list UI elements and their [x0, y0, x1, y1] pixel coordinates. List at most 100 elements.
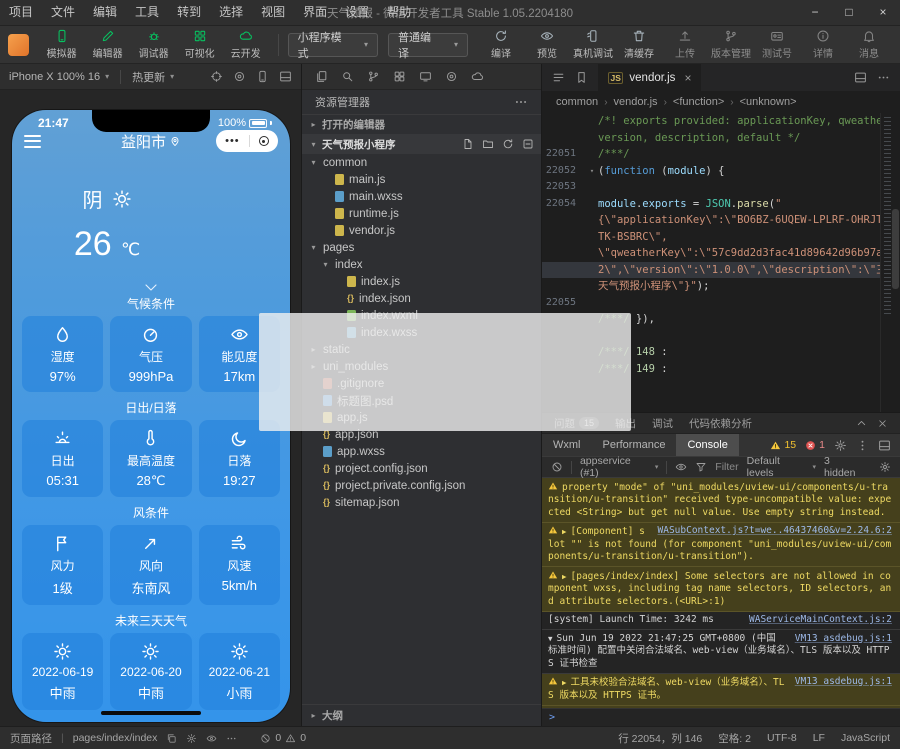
device-select[interactable]: iPhone X 100% 16: [9, 71, 100, 83]
filter-funnel-icon[interactable]: [695, 461, 707, 473]
toolbar-button[interactable]: 消息: [846, 29, 892, 60]
tree-item[interactable]: ▾common: [302, 154, 541, 171]
tree-item[interactable]: main.wxss: [302, 188, 541, 205]
more-icon[interactable]: [877, 71, 890, 84]
weather-card[interactable]: 2022-06-21小雨: [199, 633, 280, 710]
warning-count[interactable]: 15: [770, 439, 796, 451]
menu-item[interactable]: 项目: [0, 0, 42, 25]
project-root[interactable]: ▾ 天气预报小程序: [302, 134, 541, 154]
wechat-capsule[interactable]: •••: [216, 130, 278, 152]
chevron-down-icon[interactable]: [137, 280, 165, 295]
new-file-icon[interactable]: [462, 138, 474, 150]
refresh-icon[interactable]: [502, 138, 514, 150]
tree-item[interactable]: runtime.js: [302, 205, 541, 222]
console-source-link[interactable]: VM13 asdebug.js:1: [795, 633, 892, 646]
minimize-button[interactable]: −: [798, 0, 832, 25]
log-levels-select[interactable]: Default levels ▾: [747, 455, 816, 479]
toolbar-button[interactable]: 真机调试: [570, 29, 616, 60]
page-path-value[interactable]: pages/index/index: [73, 732, 158, 744]
toolbar-button[interactable]: 编译: [478, 29, 524, 60]
more-icon[interactable]: [226, 733, 237, 744]
tree-item[interactable]: {}project.config.json: [302, 460, 541, 477]
cursor-position[interactable]: 行 22054，列 146: [618, 731, 702, 746]
gear-icon[interactable]: [186, 733, 197, 744]
tree-item[interactable]: ▾index: [302, 256, 541, 273]
monitor-icon[interactable]: [419, 70, 432, 83]
outline-list-icon[interactable]: [552, 71, 565, 84]
weather-card[interactable]: 气压999hPa: [110, 316, 191, 392]
toolbar-button[interactable]: 详情: [800, 29, 846, 60]
target-icon[interactable]: [210, 70, 223, 83]
record-icon[interactable]: [445, 70, 458, 83]
encoding[interactable]: UTF-8: [767, 732, 797, 744]
tree-item[interactable]: {}index.json: [302, 290, 541, 307]
gear-icon[interactable]: [834, 439, 847, 452]
toolbar-button[interactable]: 调试器: [131, 29, 177, 60]
bookmark-icon[interactable]: [575, 71, 588, 84]
phone-icon[interactable]: [256, 70, 269, 83]
eye-icon[interactable]: [206, 733, 217, 744]
new-folder-icon[interactable]: [482, 138, 494, 150]
menu-item[interactable]: 转到: [168, 0, 210, 25]
dock-panel-icon[interactable]: [878, 439, 891, 452]
breadcrumb-item[interactable]: vendor.js: [614, 96, 658, 108]
debugger-tab-wxml[interactable]: Wxml: [542, 434, 592, 456]
editor-tab-vendor-js[interactable]: JS vendor.js ×: [598, 64, 701, 91]
console-source-link[interactable]: WAServiceMainContext.js:2: [749, 614, 892, 627]
toolbar-button[interactable]: 模拟器: [39, 29, 85, 60]
tree-item[interactable]: {}sitemap.json: [302, 494, 541, 511]
files-icon[interactable]: [315, 70, 328, 83]
menu-item[interactable]: 选择: [210, 0, 252, 25]
toolbar-button[interactable]: 云开发: [223, 29, 269, 60]
weather-card[interactable]: 风速5km/h: [199, 525, 280, 605]
kebab-menu-icon[interactable]: [856, 439, 869, 452]
more-icon[interactable]: •••: [225, 136, 240, 146]
close-icon[interactable]: [877, 418, 888, 429]
chevron-down-icon[interactable]: ▾: [309, 243, 318, 252]
search-icon[interactable]: [341, 70, 354, 83]
chevron-down-icon[interactable]: ▾: [321, 260, 330, 269]
scrollbar-thumb[interactable]: [892, 209, 899, 289]
close-button[interactable]: ×: [866, 0, 900, 25]
console-prompt[interactable]: >: [542, 708, 900, 726]
console-source-link[interactable]: VM13 asdebug.js:1: [795, 676, 892, 689]
user-avatar[interactable]: [8, 34, 29, 56]
menu-item[interactable]: 界面: [294, 0, 336, 25]
disclosure-arrow-icon[interactable]: ▼: [548, 634, 553, 643]
tree-item[interactable]: main.js: [302, 171, 541, 188]
menu-item[interactable]: 设置: [336, 0, 378, 25]
eye-icon[interactable]: [675, 461, 687, 473]
weather-card[interactable]: 2022-06-20中雨: [110, 633, 191, 710]
weather-card[interactable]: 风向东南风: [110, 525, 191, 605]
gear-icon[interactable]: [879, 461, 891, 473]
phone-screen[interactable]: 21:47 100% 益阳市: [12, 110, 290, 722]
problems-summary[interactable]: 0 0: [260, 732, 306, 744]
filter-input[interactable]: Filter: [715, 461, 738, 473]
close-icon[interactable]: ×: [684, 71, 691, 85]
record-icon[interactable]: [233, 70, 246, 83]
eol[interactable]: LF: [813, 732, 825, 744]
context-select[interactable]: appservice (#1) ▾: [580, 455, 658, 479]
toolbar-button[interactable]: 上传: [662, 29, 708, 60]
hot-reload-select[interactable]: 热更新: [132, 69, 165, 85]
extensions-icon[interactable]: [393, 70, 406, 83]
toolbar-button[interactable]: 清缓存: [616, 29, 662, 60]
fold-icon[interactable]: ▾: [586, 163, 598, 180]
close-circle-icon[interactable]: [259, 136, 269, 146]
maximize-button[interactable]: □: [832, 0, 866, 25]
tree-item[interactable]: {}project.private.config.json: [302, 477, 541, 494]
disclosure-arrow-icon[interactable]: ▶: [562, 527, 567, 536]
weather-card[interactable]: 最高温度28℃: [110, 420, 191, 497]
toolbar-button[interactable]: 版本管理: [708, 29, 754, 60]
weather-card[interactable]: 风力1级: [22, 525, 103, 605]
error-count[interactable]: 1: [805, 439, 825, 451]
language-mode[interactable]: JavaScript: [841, 732, 890, 744]
minimap[interactable]: [880, 113, 900, 412]
weather-card[interactable]: 2022-06-19中雨: [22, 633, 103, 710]
cloud-icon[interactable]: [471, 70, 484, 83]
outline-section[interactable]: ▸ 大纲: [302, 704, 541, 726]
clear-console-icon[interactable]: [551, 461, 563, 473]
more-icon[interactable]: [514, 95, 528, 109]
disclosure-arrow-icon[interactable]: ▶: [562, 678, 567, 687]
copy-icon[interactable]: [166, 733, 177, 744]
